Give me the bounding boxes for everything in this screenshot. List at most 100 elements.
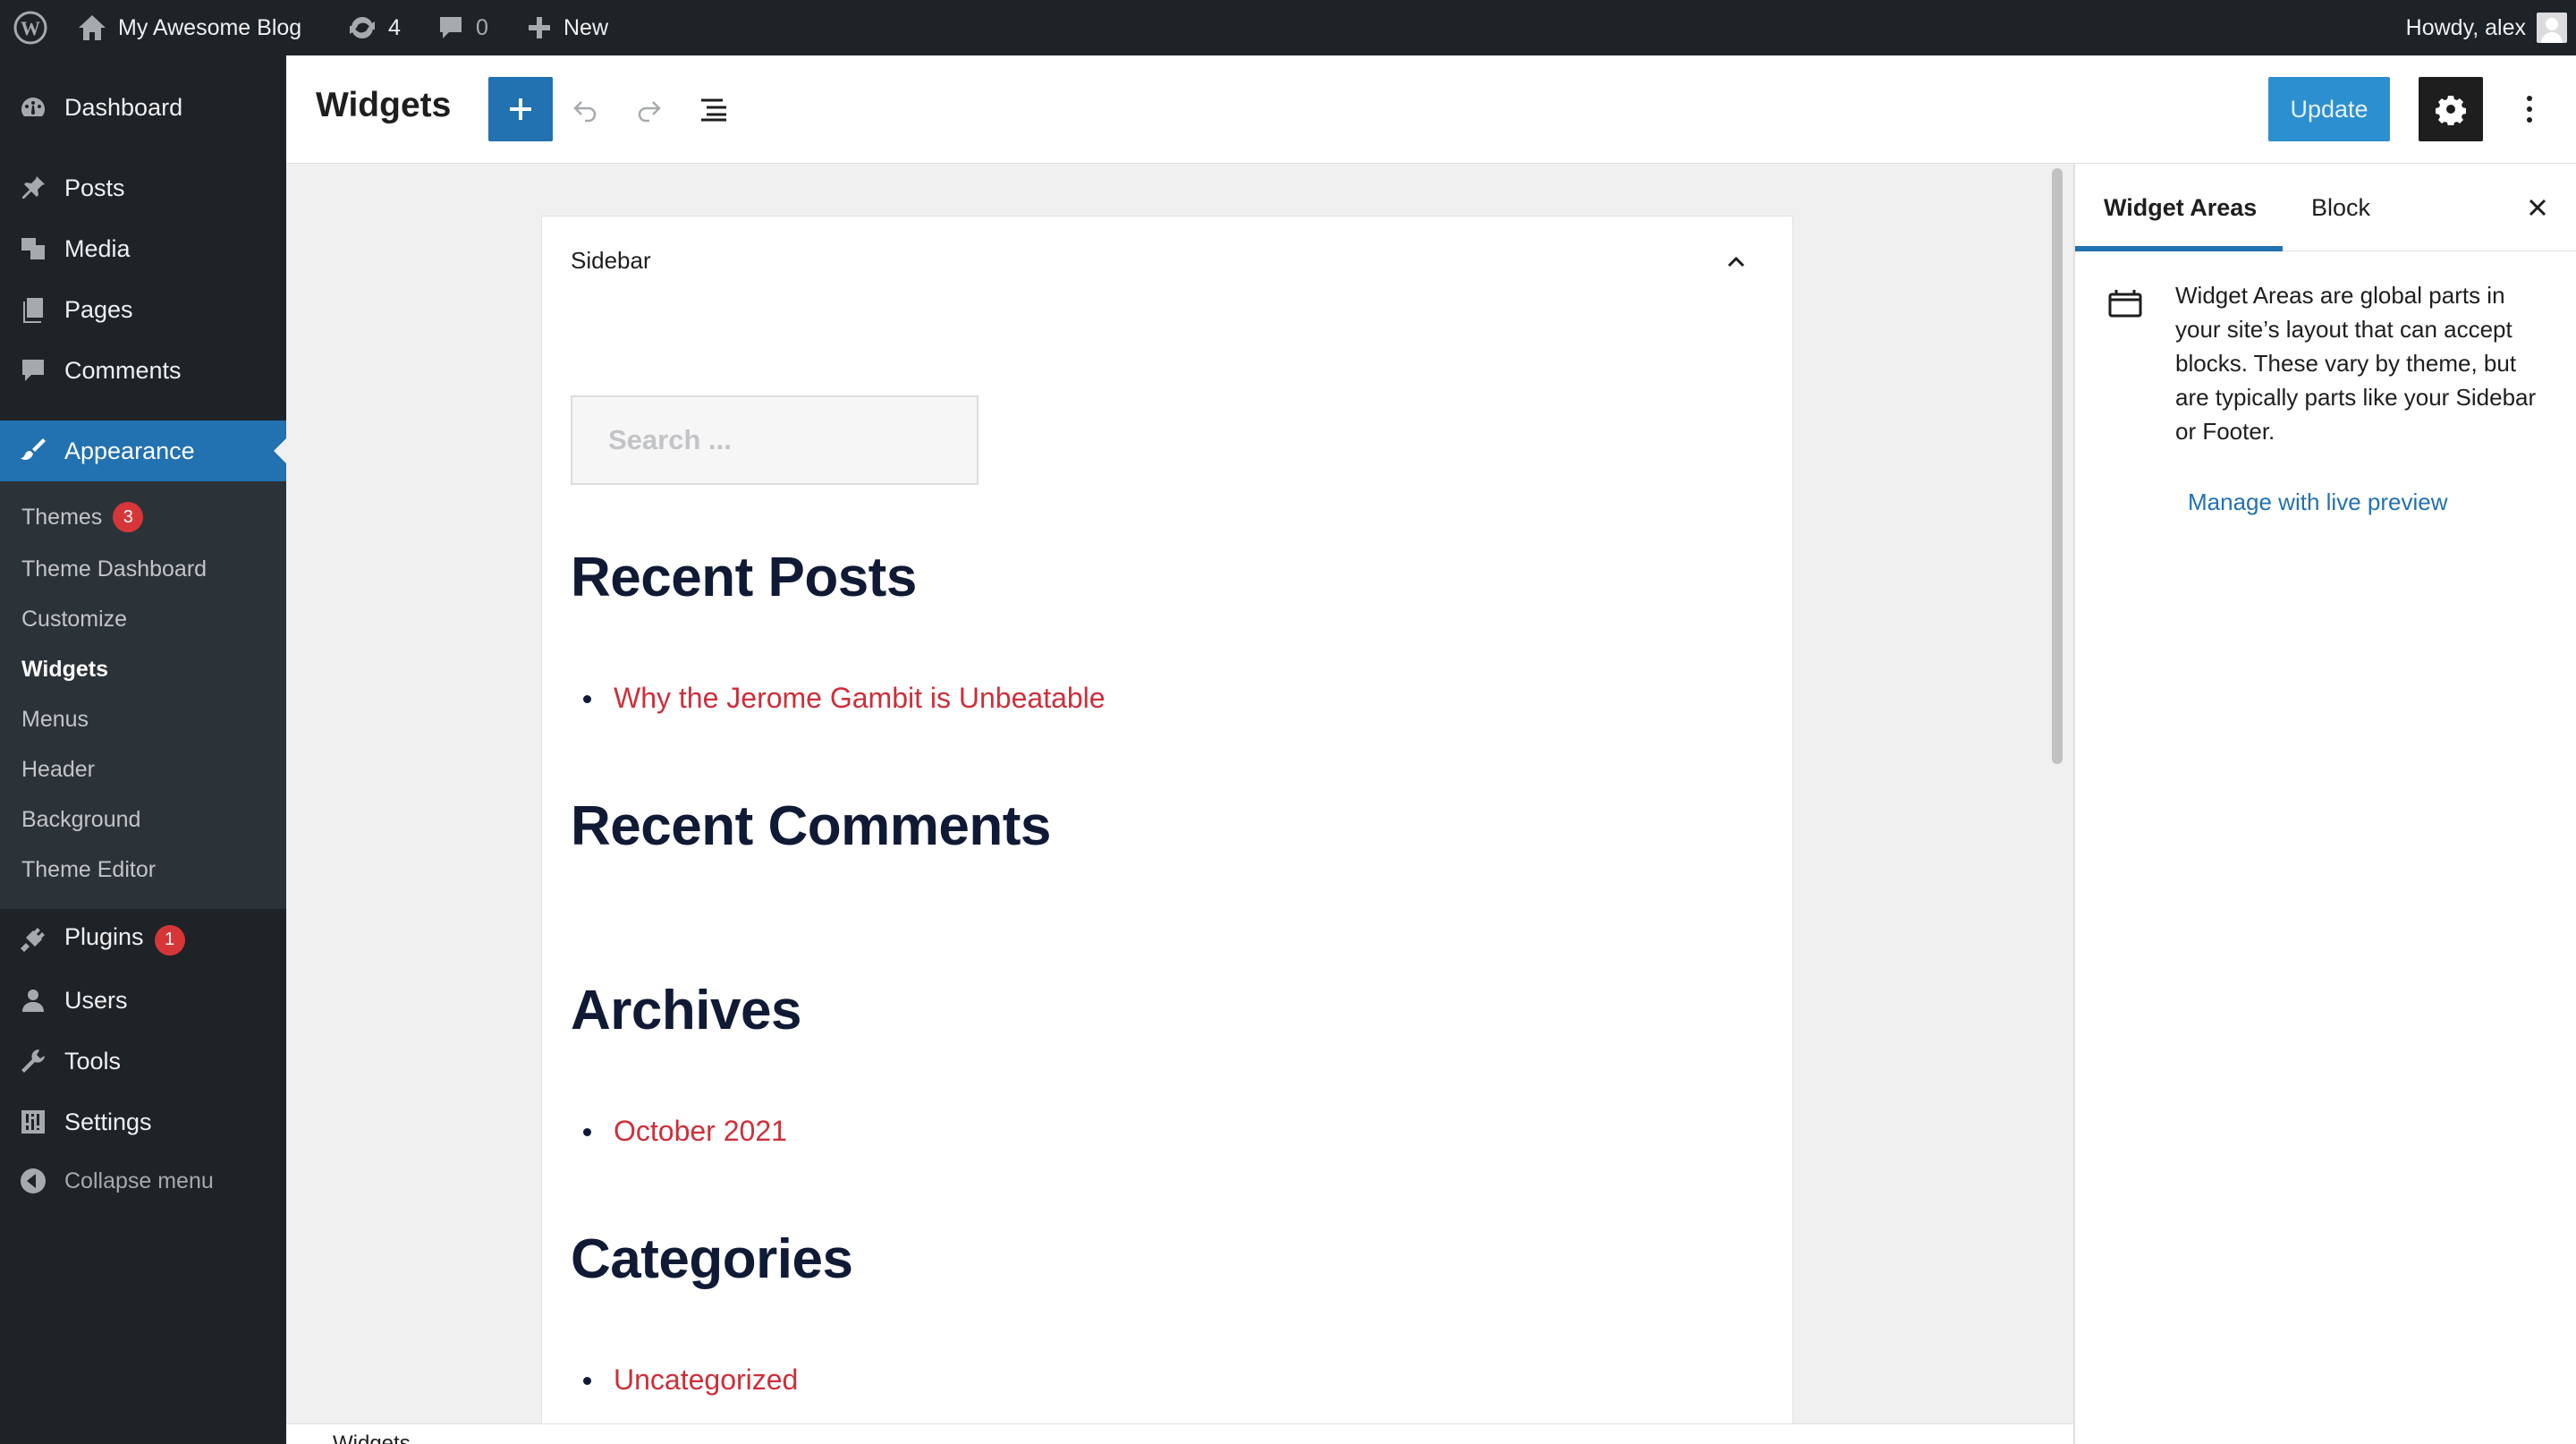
menu-label-plugins: Plugins 1 <box>64 923 185 956</box>
updates-count: 4 <box>388 14 401 40</box>
updates-icon <box>350 16 375 39</box>
plus-icon <box>529 17 550 38</box>
paintbrush-icon <box>18 436 48 466</box>
submenu-item-theme-editor[interactable]: Theme Editor <box>21 852 156 888</box>
editor-footer: Widgets <box>286 1423 2073 1444</box>
submenu-label-themes: Themes <box>21 504 103 530</box>
account-menu[interactable]: Howdy, alex <box>2406 0 2567 55</box>
more-options-button[interactable] <box>2510 89 2549 129</box>
submenu-label-widgets: Widgets <box>21 656 108 682</box>
categories-heading: Categories <box>571 1228 853 1290</box>
submenu-label-background: Background <box>21 806 141 832</box>
vertical-ellipsis-icon <box>2527 96 2532 123</box>
submenu-label-theme-editor: Theme Editor <box>21 856 157 882</box>
howdy-label: Howdy, alex <box>2405 14 2526 40</box>
manage-live-preview-link[interactable]: Manage with live preview <box>2188 488 2447 516</box>
widget-area-icon <box>2107 285 2143 321</box>
collapse-menu-button[interactable]: Collapse menu <box>0 1154 286 1208</box>
list-view-button[interactable] <box>694 89 733 129</box>
tab-block[interactable]: Block <box>2311 164 2370 251</box>
menu-item-plugins[interactable]: Plugins 1 <box>0 913 286 966</box>
menu-item-dashboard[interactable]: Dashboard <box>0 81 286 134</box>
settings-sliders-icon <box>18 1107 48 1137</box>
menu-label-appearance: Appearance <box>64 437 195 464</box>
new-content-link[interactable]: New <box>526 0 608 55</box>
search-widget-input[interactable]: Search ... <box>571 395 979 485</box>
menu-label-users: Users <box>64 986 128 1014</box>
editor-header: Widgets Update <box>286 55 2576 164</box>
widget-area-title: Sidebar <box>571 247 651 274</box>
submenu-item-themes[interactable]: Themes 3 <box>21 499 144 535</box>
menu-item-appearance[interactable]: Appearance <box>0 420 286 481</box>
menu-label-comments: Comments <box>64 356 182 384</box>
collapse-arrow-icon <box>18 1166 48 1196</box>
archives-heading: Archives <box>571 980 801 1041</box>
close-sidebar-button[interactable] <box>2522 192 2553 223</box>
plugin-icon <box>18 924 48 955</box>
collapse-widget-area-button[interactable] <box>1723 249 1750 276</box>
menu-item-media[interactable]: Media <box>0 222 286 276</box>
recent-post-link[interactable]: Why the Jerome Gambit is Unbeatable <box>583 682 1106 715</box>
submenu-item-widgets[interactable]: Widgets <box>21 651 108 687</box>
new-label: New <box>564 14 609 40</box>
block-inserter-button[interactable] <box>488 77 553 141</box>
submenu-item-customize[interactable]: Customize <box>21 601 127 637</box>
menu-label-posts: Posts <box>64 174 125 201</box>
menu-label-dashboard: Dashboard <box>64 93 183 121</box>
submenu-item-menus[interactable]: Menus <box>21 701 89 737</box>
redo-button[interactable] <box>630 89 669 129</box>
menu-label-pages: Pages <box>64 295 133 323</box>
plus-icon <box>510 98 531 120</box>
canvas-scrollbar-thumb[interactable] <box>2052 168 2063 764</box>
menu-item-tools[interactable]: Tools <box>0 1034 286 1088</box>
category-link[interactable]: Uncategorized <box>582 1363 798 1397</box>
submenu-item-header[interactable]: Header <box>21 752 95 787</box>
media-icon <box>18 234 48 264</box>
svg-text:W: W <box>21 17 40 39</box>
wordpress-logo-icon[interactable]: W <box>13 0 48 55</box>
undo-button[interactable] <box>565 89 605 129</box>
menu-label-media: Media <box>64 234 131 262</box>
site-name-link[interactable]: My Awesome Blog <box>77 0 301 55</box>
admin-bar: W My Awesome Blog 4 0 New Howdy, alex <box>0 0 2576 55</box>
settings-button[interactable] <box>2419 77 2483 141</box>
menu-item-pages[interactable]: Pages <box>0 283 286 336</box>
gear-icon <box>2436 96 2466 125</box>
widget-area-sidebar[interactable]: Sidebar Search ... Recent Posts Why the … <box>541 216 1793 1423</box>
search-placeholder: Search ... <box>608 424 732 455</box>
submenu-item-theme-dashboard[interactable]: Theme Dashboard <box>21 551 207 587</box>
pages-icon <box>18 294 48 325</box>
menu-item-settings[interactable]: Settings <box>0 1095 286 1149</box>
archive-link[interactable]: October 2021 <box>583 1115 787 1148</box>
home-icon <box>79 15 106 40</box>
menu-label-settings: Settings <box>64 1108 152 1135</box>
page-title: Widgets <box>316 86 452 124</box>
updates-link[interactable]: 4 <box>347 0 401 55</box>
list-view-icon <box>701 98 726 122</box>
tab-widget-areas[interactable]: Widget Areas <box>2104 164 2257 251</box>
menu-item-comments[interactable]: Comments <box>0 344 286 397</box>
update-button[interactable]: Update <box>2268 77 2390 141</box>
comments-icon <box>18 355 48 386</box>
menu-item-posts[interactable]: Posts <box>0 161 286 215</box>
comments-count: 0 <box>476 14 488 40</box>
footer-breadcrumb[interactable]: Widgets <box>333 1431 411 1444</box>
menu-item-users[interactable]: Users <box>0 973 286 1027</box>
comments-link[interactable]: 0 <box>436 0 488 55</box>
close-icon <box>2529 199 2546 217</box>
user-icon <box>18 985 48 1015</box>
comment-icon <box>440 17 462 38</box>
submenu-label-header: Header <box>21 756 95 782</box>
plugins-update-badge: 1 <box>154 924 185 956</box>
avatar <box>2537 13 2567 43</box>
widgets-canvas[interactable]: Sidebar Search ... Recent Posts Why the … <box>286 164 2075 1423</box>
submenu-item-background[interactable]: Background <box>21 802 140 837</box>
collapse-menu-label: Collapse menu <box>64 1168 214 1193</box>
widget-areas-description: Widget Areas are global parts in your si… <box>2175 282 2537 445</box>
recent-posts-heading: Recent Posts <box>571 547 917 608</box>
wrench-icon <box>18 1046 48 1076</box>
appearance-submenu: Themes 3 Theme Dashboard Customize Widge… <box>0 481 286 909</box>
site-name-label: My Awesome Blog <box>118 14 302 40</box>
settings-sidebar: Widget Areas Block Widget Areas are glob… <box>2073 164 2576 1444</box>
submenu-label-theme-dashboard: Theme Dashboard <box>21 556 208 582</box>
